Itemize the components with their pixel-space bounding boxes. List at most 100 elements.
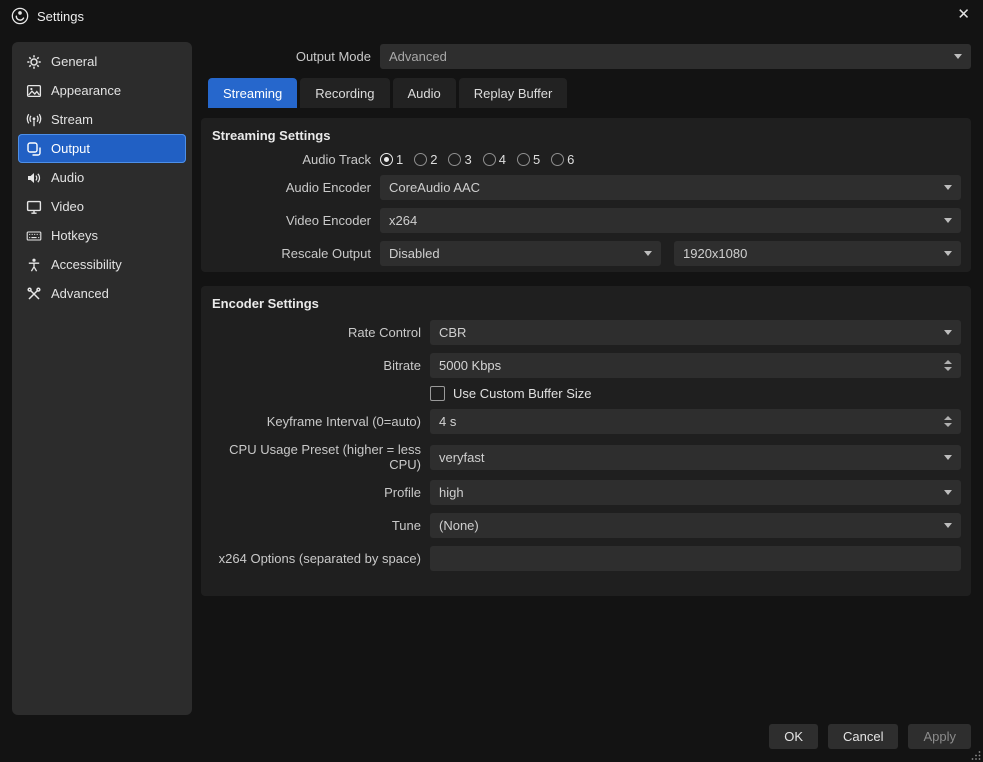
- spin-up-button[interactable]: [944, 416, 952, 420]
- dialog-footer: OK Cancel Apply: [769, 724, 971, 749]
- sidebar-item-label: Output: [51, 141, 91, 156]
- tune-label: Tune: [391, 518, 421, 533]
- tab-label: Streaming: [223, 85, 283, 101]
- chevron-down-icon: [944, 251, 952, 256]
- chevron-down-icon: [944, 218, 952, 223]
- output-mode-select[interactable]: Advanced: [380, 44, 971, 69]
- window-title: Settings: [37, 8, 84, 24]
- audio-track-row: Audio Track 1 2 3 4 5 6: [211, 152, 961, 167]
- chevron-down-icon: [954, 54, 962, 59]
- sidebar-item-output[interactable]: Output: [18, 134, 186, 163]
- output-mode-row: Output Mode Advanced: [201, 44, 971, 69]
- gear-icon: [27, 54, 41, 69]
- profile-label: Profile: [384, 485, 421, 500]
- profile-row: Profile high: [211, 480, 961, 505]
- resize-grip[interactable]: [971, 750, 981, 760]
- audio-encoder-value: CoreAudio AAC: [389, 180, 481, 195]
- audio-track-radio-6[interactable]: [551, 153, 565, 166]
- rate-control-label: Rate Control: [348, 325, 421, 340]
- radio-label: 3: [464, 152, 472, 167]
- tab-label: Recording: [315, 85, 375, 101]
- bitrate-row: Bitrate 5000 Kbps: [211, 353, 961, 378]
- accessibility-person-icon: [28, 258, 40, 272]
- settings-sidebar: General Appearance Stream Output Audio V…: [12, 42, 192, 715]
- audio-track-radio-group: 1 2 3 4 5 6: [380, 152, 574, 167]
- display-icon: [26, 200, 42, 214]
- rescale-output-row: Rescale Output Disabled 1920x1080: [211, 241, 961, 266]
- chevron-down-icon: [944, 490, 952, 495]
- obs-logo-icon: [11, 7, 29, 25]
- tab-streaming[interactable]: Streaming: [208, 78, 298, 108]
- cpu-preset-row: CPU Usage Preset (higher = less CPU) ver…: [211, 442, 961, 472]
- keyboard-icon: [26, 230, 42, 241]
- spin-up-button[interactable]: [944, 360, 952, 364]
- profile-value: high: [439, 485, 464, 500]
- keyframe-interval-row: Keyframe Interval (0=auto) 4 s: [211, 409, 961, 434]
- sidebar-item-video[interactable]: Video: [18, 192, 186, 221]
- output-icon: [27, 141, 41, 156]
- audio-track-radio-2[interactable]: [414, 153, 428, 166]
- sidebar-item-general[interactable]: General: [18, 47, 186, 76]
- sidebar-item-advanced[interactable]: Advanced: [18, 279, 186, 308]
- video-encoder-value: x264: [389, 213, 418, 228]
- custom-buffer-row: Use Custom Buffer Size: [211, 386, 961, 401]
- bitrate-value: 5000 Kbps: [439, 358, 502, 373]
- tab-audio[interactable]: Audio: [392, 78, 456, 108]
- bitrate-label: Bitrate: [383, 358, 421, 373]
- encoder-settings-title: Encoder Settings: [212, 296, 319, 311]
- rescale-resolution-select[interactable]: 1920x1080: [674, 241, 961, 266]
- spin-down-button[interactable]: [944, 423, 952, 427]
- rescale-resolution-value: 1920x1080: [683, 246, 748, 261]
- rate-control-select[interactable]: CBR: [430, 320, 961, 345]
- tab-recording[interactable]: Recording: [300, 78, 390, 108]
- tune-row: Tune (None): [211, 513, 961, 538]
- ok-button[interactable]: OK: [769, 724, 818, 749]
- audio-track-radio-5[interactable]: [516, 153, 530, 166]
- cpu-preset-label: CPU Usage Preset (higher = less CPU): [229, 442, 421, 472]
- close-icon[interactable]: ✕: [957, 6, 970, 24]
- spin-down-button[interactable]: [944, 367, 952, 371]
- sidebar-item-label: General: [51, 54, 98, 69]
- profile-select[interactable]: high: [430, 480, 961, 505]
- audio-track-radio-1[interactable]: [380, 153, 393, 166]
- keyframe-interval-stepper[interactable]: 4 s: [430, 409, 961, 434]
- sidebar-item-accessibility[interactable]: Accessibility: [18, 250, 186, 279]
- audio-track-label: Audio Track: [302, 152, 371, 167]
- chevron-down-icon: [944, 523, 952, 528]
- sidebar-item-label: Audio: [51, 170, 85, 185]
- radio-label: 6: [567, 152, 575, 167]
- chevron-down-icon: [944, 454, 952, 460]
- video-encoder-label: Video Encoder: [285, 213, 371, 228]
- speaker-icon: [28, 172, 41, 183]
- streaming-settings-title: Streaming Settings: [212, 128, 331, 143]
- tune-select[interactable]: (None): [430, 513, 961, 538]
- sidebar-item-stream[interactable]: Stream: [18, 105, 186, 134]
- rate-control-row: Rate Control CBR: [211, 320, 961, 345]
- sidebar-item-audio[interactable]: Audio: [18, 163, 186, 192]
- tab-replay-buffer[interactable]: Replay Buffer: [458, 78, 568, 108]
- tools-icon: [27, 286, 41, 300]
- sidebar-item-label: Appearance: [51, 83, 122, 98]
- video-encoder-select[interactable]: x264: [380, 208, 961, 233]
- rescale-mode-select[interactable]: Disabled: [380, 241, 661, 266]
- use-custom-buffer-checkbox[interactable]: [430, 386, 445, 401]
- video-encoder-row: Video Encoder x264: [211, 208, 961, 233]
- tune-value: (None): [439, 518, 479, 533]
- cancel-button[interactable]: Cancel: [828, 724, 899, 749]
- bitrate-stepper[interactable]: 5000 Kbps: [430, 353, 961, 378]
- sidebar-item-appearance[interactable]: Appearance: [18, 76, 186, 105]
- audio-encoder-select[interactable]: CoreAudio AAC: [380, 175, 961, 200]
- radio-label: 2: [430, 152, 438, 167]
- sidebar-item-label: Video: [51, 199, 85, 214]
- sidebar-item-label: Accessibility: [51, 257, 122, 272]
- audio-track-radio-3[interactable]: [448, 153, 462, 166]
- apply-button[interactable]: Apply: [908, 724, 971, 749]
- cpu-preset-select[interactable]: veryfast: [430, 444, 961, 470]
- sidebar-item-hotkeys[interactable]: Hotkeys: [18, 221, 186, 250]
- output-mode-value: Advanced: [389, 49, 447, 64]
- audio-track-radio-4[interactable]: [482, 153, 496, 166]
- x264-options-input[interactable]: [430, 546, 961, 571]
- rescale-output-label: Rescale Output: [281, 246, 371, 261]
- spin-arrows: [944, 360, 952, 371]
- encoder-settings-panel: Encoder Settings Rate Control CBR Bitrat…: [201, 286, 971, 596]
